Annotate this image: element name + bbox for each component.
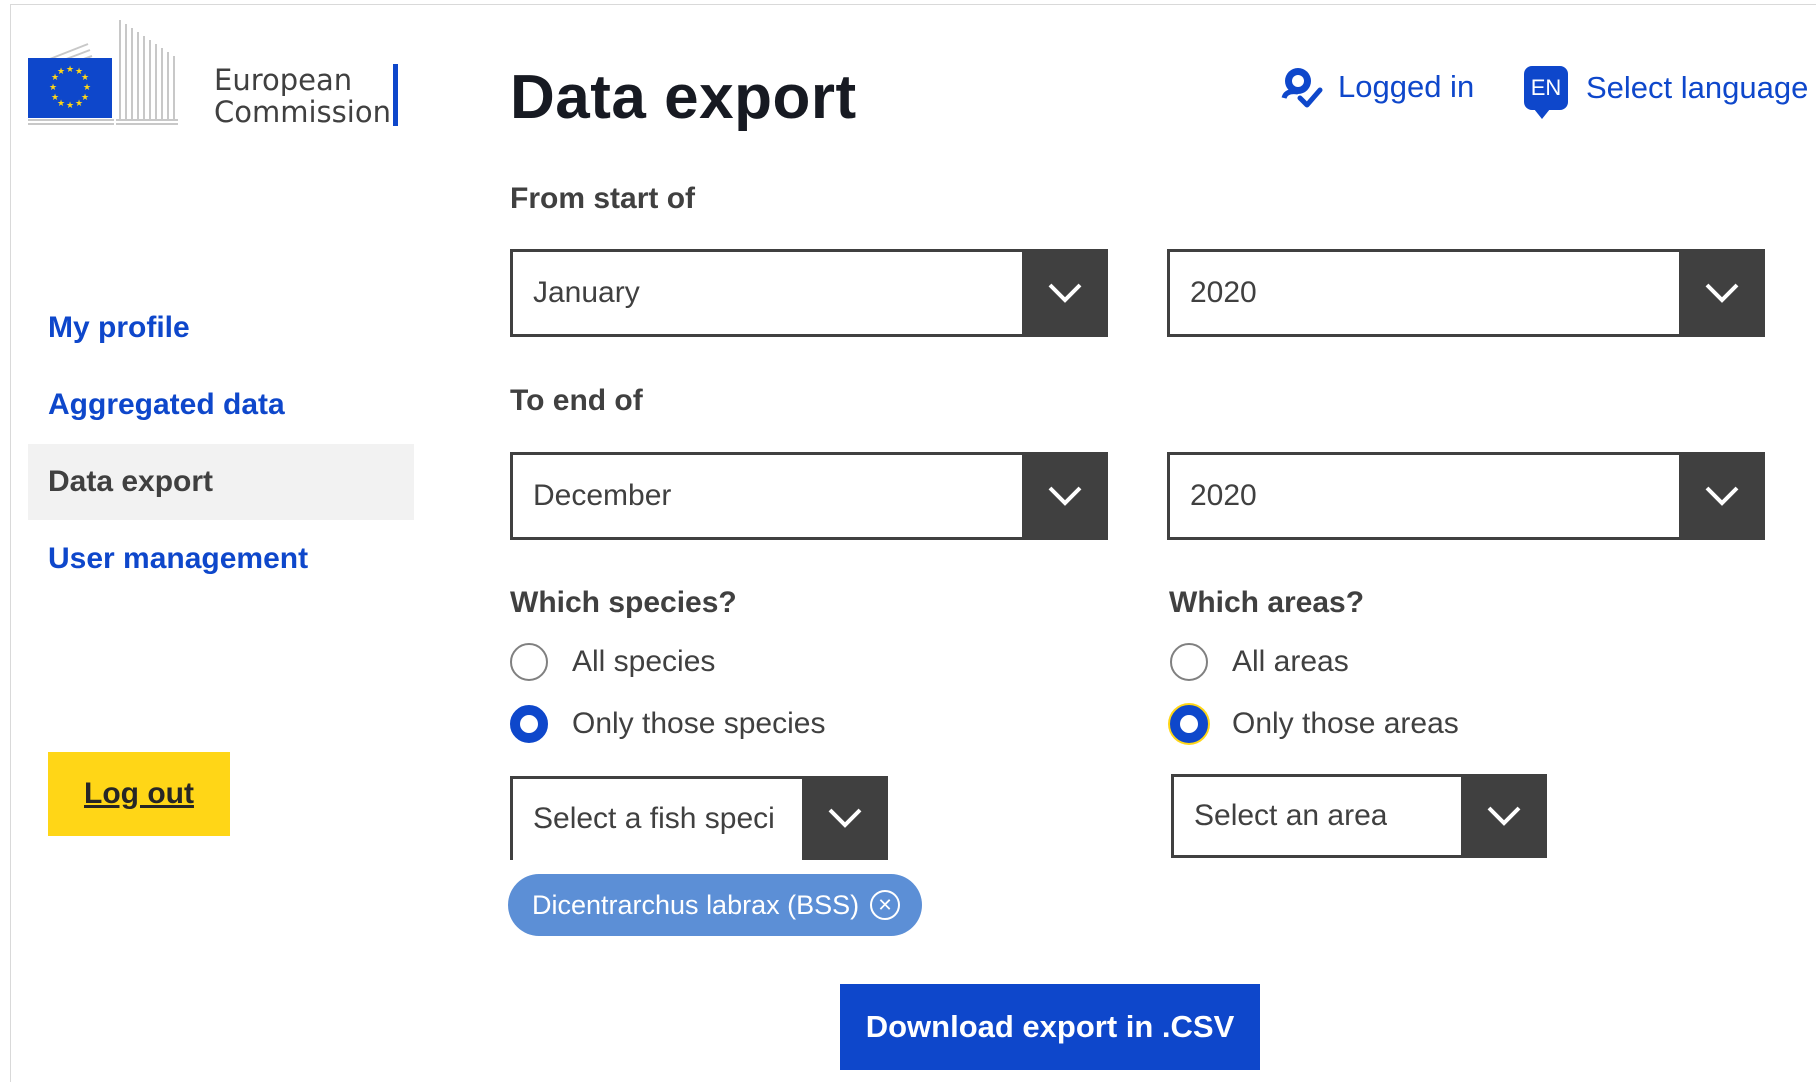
sidebar-item-user-management[interactable]: User management [28, 521, 414, 597]
radio-only-those-species[interactable]: Only those species [510, 705, 825, 743]
chevron-down-icon[interactable] [1679, 249, 1765, 337]
chevron-down-icon[interactable] [802, 776, 888, 860]
logout-button[interactable]: Log out [48, 752, 230, 836]
svg-text:★: ★ [66, 101, 74, 111]
svg-text:★: ★ [49, 83, 57, 93]
chevron-down-icon[interactable] [1022, 452, 1108, 540]
species-label: Which species? [510, 586, 737, 619]
radio-circle[interactable] [510, 643, 548, 681]
logged-in-link[interactable]: Logged in [1278, 64, 1474, 110]
from-year-value: 2020 [1190, 276, 1257, 309]
radio-circle[interactable] [1170, 643, 1208, 681]
sidebar-item-data-export[interactable]: Data export [28, 444, 414, 520]
ec-logo-text: European Commission [214, 64, 391, 128]
radio-all-species[interactable]: All species [510, 643, 715, 681]
from-month-select[interactable]: January [510, 249, 1108, 337]
logo-divider [393, 64, 398, 126]
svg-text:★: ★ [57, 67, 65, 77]
to-year-select[interactable]: 2020 [1167, 452, 1765, 540]
ec-logo[interactable]: ★ ★ ★ ★ ★ ★ ★ ★ ★ ★ ★ ★ European Commission [28, 20, 408, 130]
area-select[interactable]: Select an area [1171, 774, 1547, 858]
logo-line-1: European [214, 63, 353, 97]
select-language-link[interactable]: EN Select language [1524, 66, 1809, 119]
species-select[interactable]: Select a fish speci [510, 776, 888, 860]
radio-all-areas[interactable]: All areas [1170, 643, 1349, 681]
download-csv-button[interactable]: Download export in .CSV [840, 984, 1260, 1070]
svg-text:★: ★ [51, 93, 59, 103]
to-month-value: December [533, 479, 672, 512]
to-month-select[interactable]: December [510, 452, 1108, 540]
radio-circle-checked[interactable] [1170, 705, 1208, 743]
svg-text:★: ★ [75, 99, 83, 109]
radio-circle-checked[interactable] [510, 705, 548, 743]
species-chip: Dicentrarchus labrax (BSS) ✕ [508, 874, 922, 936]
to-label: To end of [510, 384, 643, 417]
svg-text:★: ★ [83, 83, 91, 93]
svg-text:★: ★ [81, 73, 89, 83]
from-year-select[interactable]: 2020 [1167, 249, 1765, 337]
logged-in-label: Logged in [1338, 69, 1475, 104]
radio-only-those-species-label: Only those species [572, 707, 826, 740]
radio-only-those-areas-label: Only those areas [1232, 707, 1459, 740]
sidebar-item-aggregated-data[interactable]: Aggregated data [28, 367, 414, 443]
radio-all-species-label: All species [572, 645, 716, 678]
svg-text:★: ★ [66, 65, 74, 75]
species-select-placeholder: Select a fish speci [533, 802, 775, 835]
areas-label: Which areas? [1169, 586, 1365, 619]
logo-line-2: Commission [214, 95, 391, 129]
language-icon: EN [1524, 66, 1568, 119]
species-chip-label: Dicentrarchus labrax (BSS) [532, 889, 860, 920]
remove-chip-icon[interactable]: ✕ [870, 890, 900, 920]
from-month-value: January [533, 276, 640, 309]
radio-only-those-areas[interactable]: Only those areas [1170, 705, 1459, 743]
chevron-down-icon[interactable] [1022, 249, 1108, 337]
ec-flag-icon: ★ ★★ ★★★ ★★★ ★★★ [28, 20, 178, 125]
area-select-placeholder: Select an area [1194, 799, 1388, 832]
chevron-down-icon[interactable] [1461, 774, 1547, 858]
sidebar-item-my-profile[interactable]: My profile [28, 290, 414, 366]
select-language-label: Select language [1586, 70, 1809, 105]
page-title: Data export [510, 63, 857, 132]
user-check-icon [1281, 68, 1323, 108]
from-label: From start of [510, 182, 696, 215]
radio-all-areas-label: All areas [1232, 645, 1349, 678]
to-year-value: 2020 [1190, 479, 1257, 512]
chevron-down-icon[interactable] [1679, 452, 1765, 540]
